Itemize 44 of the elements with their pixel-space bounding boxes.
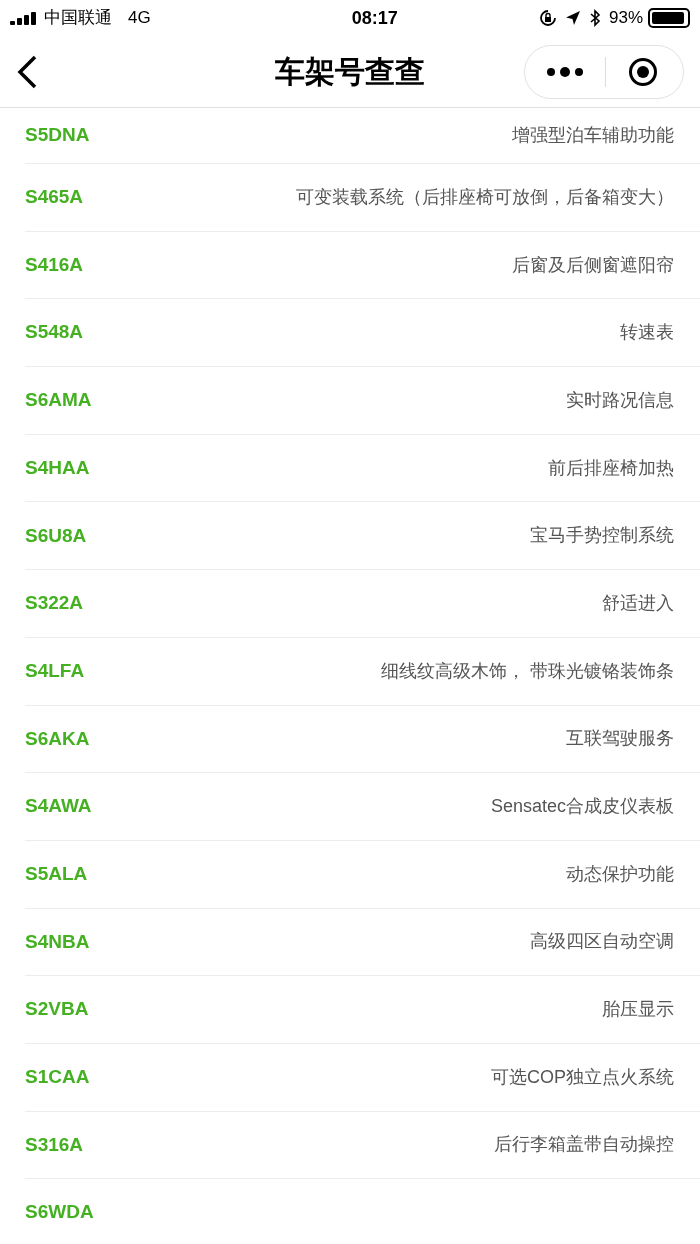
option-code: S1CAA bbox=[25, 1065, 90, 1090]
option-description: Sensatec合成皮仪表板 bbox=[490, 795, 674, 819]
option-code: S6U8A bbox=[25, 523, 87, 548]
option-code: S6WDA bbox=[25, 1200, 94, 1225]
option-description: 胎压显示 bbox=[602, 998, 674, 1022]
battery-percent: 93% bbox=[608, 7, 643, 30]
option-code: S4LFA bbox=[25, 658, 85, 683]
option-code: S5DNA bbox=[25, 123, 90, 148]
clock: 08:17 bbox=[351, 6, 398, 30]
option-code: S322A bbox=[25, 591, 84, 616]
option-description: 细线纹高级木饰， 带珠光镀铬装饰条 bbox=[381, 659, 674, 683]
option-code: S548A bbox=[25, 320, 84, 345]
option-description: 动态保护功能 bbox=[566, 862, 674, 886]
more-icon[interactable] bbox=[547, 66, 583, 77]
battery-icon bbox=[648, 8, 690, 28]
page-title: 车架号查查 bbox=[275, 54, 425, 90]
option-code: S6AMA bbox=[25, 388, 92, 413]
option-description: 转速表 bbox=[620, 321, 674, 345]
option-description: 增强型泊车辅助功能 bbox=[512, 124, 674, 147]
rotation-lock-icon bbox=[538, 9, 557, 27]
option-code: S4AWA bbox=[25, 794, 92, 819]
option-description: 高级四区自动空调 bbox=[530, 930, 674, 954]
option-description: 舒适进入 bbox=[602, 591, 674, 615]
option-code: S416A bbox=[25, 252, 84, 277]
option-description: 后窗及后侧窗遮阳帘 bbox=[512, 253, 674, 277]
option-code: S2VBA bbox=[25, 997, 89, 1022]
option-description: 互联驾驶服务 bbox=[566, 727, 674, 751]
option-description: 前后排座椅加热 bbox=[548, 456, 674, 480]
option-code: S6AKA bbox=[25, 726, 90, 751]
option-description: 宝马手势控制系统 bbox=[530, 524, 674, 548]
option-description: 可变装载系统（后排座椅可放倒，后备箱变大） bbox=[296, 185, 674, 209]
option-code: S4HAA bbox=[25, 455, 90, 480]
option-description: 后行李箱盖带自动操控 bbox=[494, 1133, 674, 1157]
option-code: S316A bbox=[25, 1132, 84, 1157]
option-code: S4NBA bbox=[25, 929, 90, 954]
option-code: S5ALA bbox=[25, 861, 88, 886]
bluetooth-icon bbox=[588, 9, 601, 27]
option-code: S465A bbox=[25, 185, 84, 210]
option-description: 可选COP独立点火系统 bbox=[491, 1065, 674, 1089]
location-icon bbox=[564, 10, 581, 26]
option-description: 实时路况信息 bbox=[566, 388, 674, 412]
carrier: 中国联通 bbox=[44, 7, 112, 30]
network-type: 4G bbox=[128, 7, 151, 30]
back-icon[interactable] bbox=[16, 54, 38, 89]
